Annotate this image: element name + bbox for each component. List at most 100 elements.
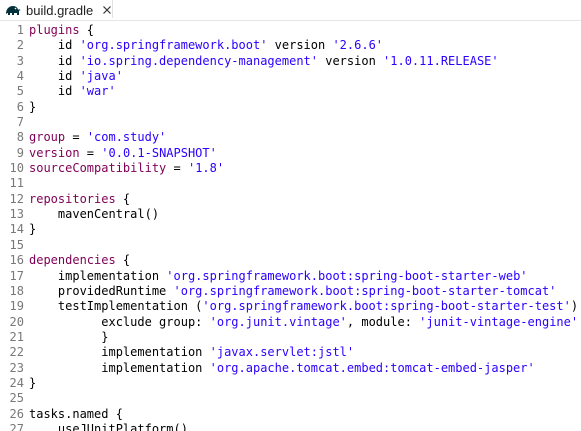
code-editor[interactable]: 1 plugins {2 id 'org.springframework.boot…	[0, 21, 581, 431]
line-number: 19	[9, 299, 24, 314]
line-number: 18	[9, 283, 24, 298]
code-token: ) {	[570, 299, 579, 314]
code-text: useJUnitPlatform()	[29, 422, 188, 431]
code-line[interactable]: 10 sourceCompatibility = '1.8'	[0, 161, 581, 176]
code-token: version	[267, 38, 333, 53]
code-token: testImplementation (	[29, 299, 203, 314]
code-line[interactable]: 13 mavenCentral()	[0, 207, 581, 222]
line-number: 27	[9, 421, 24, 431]
keyword-token: version	[29, 145, 80, 160]
code-line[interactable]: 20 exclude group: 'org.junit.vintage', m…	[0, 315, 581, 330]
code-line[interactable]: 14}	[0, 222, 581, 237]
line-number: 1	[16, 23, 24, 37]
line-number: 7	[16, 115, 24, 130]
code-line[interactable]: 25	[0, 391, 581, 406]
code-text: implementation 'org.apache.tomcat.embed:…	[29, 361, 535, 376]
code-line[interactable]: 17 implementation 'org.springframework.b…	[0, 269, 581, 284]
string-token: 'org.springframework.boot:spring-boot-st…	[202, 299, 571, 314]
keyword-token: repositories	[29, 191, 116, 206]
string-token: 'org.springframework.boot:spring-boot-st…	[166, 268, 528, 283]
line-number: 16	[9, 253, 24, 268]
line-number: 12	[9, 191, 24, 206]
code-text: version = '0.0.1-SNAPSHOT'	[29, 146, 217, 161]
code-token: {	[115, 253, 131, 268]
code-text: id 'io.spring.dependency-management' ver…	[29, 54, 499, 69]
code-text: }	[29, 222, 36, 237]
code-token: {	[79, 23, 95, 37]
line-number: 11	[9, 176, 24, 191]
code-line[interactable]: 6}	[0, 100, 581, 115]
code-line[interactable]: 16 dependencies {	[0, 253, 581, 268]
keyword-token: group	[29, 130, 66, 145]
code-text: }	[29, 330, 108, 345]
code-line[interactable]: 8 group = 'com.study'	[0, 130, 581, 145]
line-number: 5	[16, 84, 24, 99]
line-number: 9	[16, 145, 24, 160]
code-token: =	[65, 130, 87, 145]
code-text: }	[29, 376, 36, 391]
code-token: implementation	[29, 268, 167, 283]
code-token: }	[29, 329, 109, 344]
code-token: id	[29, 69, 80, 84]
code-line[interactable]: 9 version = '0.0.1-SNAPSHOT'	[0, 146, 581, 161]
code-token: , module:	[346, 314, 420, 329]
code-area[interactable]: 1 plugins {2 id 'org.springframework.boot…	[0, 23, 581, 431]
code-line[interactable]: 12 repositories {	[0, 192, 581, 207]
keyword-token: dependencies	[29, 253, 116, 268]
close-icon[interactable]	[101, 4, 112, 16]
code-line[interactable]: 24}	[0, 376, 581, 391]
code-text: repositories {	[29, 192, 130, 207]
code-token: mavenCentral()	[29, 207, 160, 222]
code-text: id 'java'	[29, 69, 123, 84]
code-line[interactable]: 19 testImplementation ('org.springframew…	[0, 299, 581, 314]
line-number: 10	[9, 161, 24, 176]
string-token: 'war'	[79, 84, 116, 99]
code-line[interactable]: 3 id 'io.spring.dependency-management' v…	[0, 54, 581, 69]
code-token: }	[29, 222, 37, 237]
line-number: 2	[16, 38, 24, 53]
string-token: '0.0.1-SNAPSHOT'	[101, 145, 217, 160]
line-number: 24	[9, 375, 24, 390]
code-line[interactable]: 5 id 'war'	[0, 84, 581, 99]
code-token: implementation	[29, 360, 210, 375]
code-token: }	[29, 99, 37, 114]
code-token: implementation	[29, 345, 210, 360]
code-text: mavenCentral()	[29, 207, 159, 222]
code-text: id 'org.springframework.boot' version '2…	[29, 38, 383, 53]
code-token: id	[29, 84, 80, 99]
line-number: 15	[9, 237, 24, 252]
code-line[interactable]: 18 providedRuntime 'org.springframework.…	[0, 284, 581, 299]
string-token: 'javax.servlet:jstl'	[209, 345, 355, 360]
code-line[interactable]: 15	[0, 238, 581, 253]
code-text: dependencies {	[29, 253, 130, 268]
tab-bar: build.gradle	[0, 0, 581, 21]
code-line[interactable]: 21 }	[0, 330, 581, 345]
string-token: 'junit-vintage-engine'	[419, 314, 579, 329]
line-number: 22	[9, 345, 24, 360]
code-line[interactable]: 4 id 'java'	[0, 69, 581, 84]
code-text: id 'war'	[29, 84, 116, 99]
code-text: implementation 'javax.servlet:jstl'	[29, 345, 354, 360]
code-line[interactable]: 26 tasks.named {	[0, 407, 581, 422]
string-token: '1.8'	[187, 161, 225, 176]
code-line[interactable]: 22 implementation 'javax.servlet:jstl'	[0, 345, 581, 360]
string-token: 'org.springframework.boot'	[79, 38, 268, 53]
code-token: providedRuntime	[29, 283, 174, 298]
code-line[interactable]: 1 plugins {	[0, 23, 581, 38]
code-line[interactable]: 7	[0, 115, 581, 130]
tab-build-gradle[interactable]: build.gradle	[0, 0, 113, 20]
code-line[interactable]: 11	[0, 176, 581, 191]
line-number: 3	[16, 53, 24, 68]
string-token: 'java'	[79, 69, 123, 84]
code-token: id	[29, 53, 80, 68]
string-token: 'org.apache.tomcat.embed:tomcat-embed-ja…	[209, 360, 535, 375]
code-line[interactable]: 27 useJUnitPlatform()	[0, 422, 581, 431]
string-token: 'com.study'	[86, 130, 167, 145]
code-token: exclude group:	[29, 314, 210, 329]
code-text: testImplementation ('org.springframework…	[29, 299, 581, 314]
line-number: 25	[9, 391, 24, 406]
code-line[interactable]: 2 id 'org.springframework.boot' version …	[0, 38, 581, 53]
line-number: 21	[9, 329, 24, 344]
code-text: exclude group: 'org.junit.vintage', modu…	[29, 315, 578, 330]
code-line[interactable]: 23 implementation 'org.apache.tomcat.emb…	[0, 361, 581, 376]
